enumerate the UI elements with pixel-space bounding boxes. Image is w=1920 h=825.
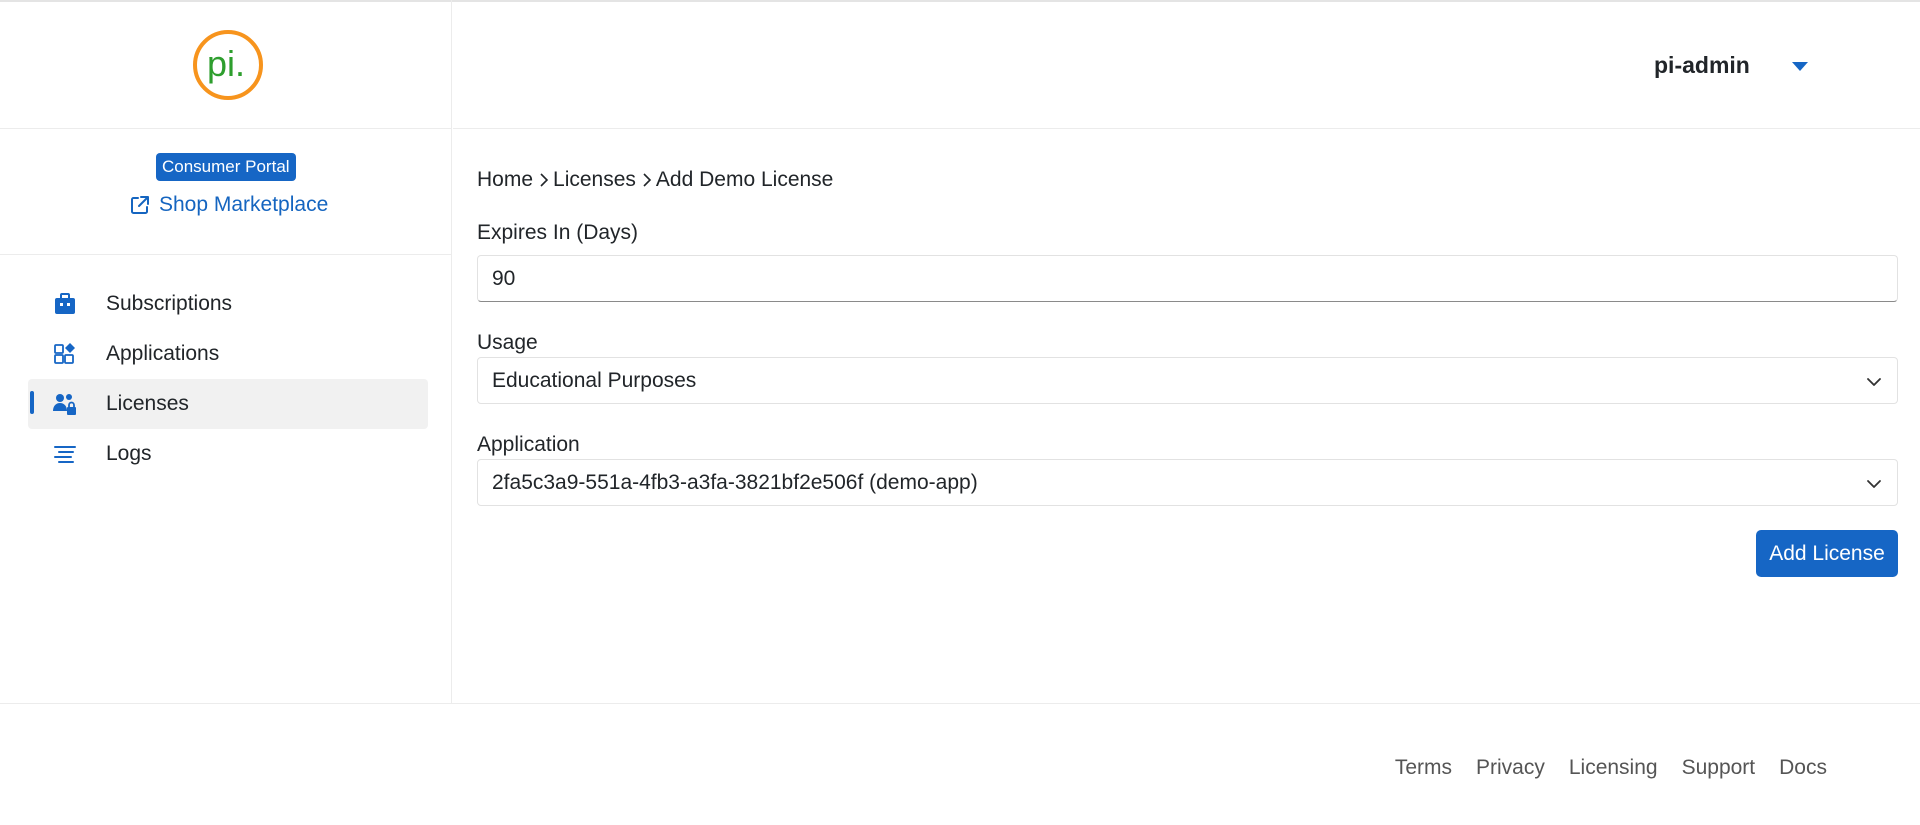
footer-link-privacy[interactable]: Privacy — [1476, 756, 1545, 780]
shop-marketplace-label: Shop Marketplace — [159, 193, 329, 216]
breadcrumb-home[interactable]: Home — [477, 168, 533, 192]
briefcase-icon — [52, 291, 78, 317]
chevron-down-icon — [1867, 378, 1881, 386]
sidebar: pi. Consumer Portal Shop Marketplace Sub… — [0, 0, 452, 703]
chevron-right-icon — [642, 173, 652, 187]
expires-input[interactable] — [477, 255, 1898, 302]
shop-marketplace-link[interactable]: Shop Marketplace — [129, 190, 328, 220]
usage-select[interactable]: Educational Purposes — [477, 357, 1898, 404]
add-license-button[interactable]: Add License — [1756, 530, 1898, 577]
chevron-right-icon — [539, 173, 549, 187]
external-link-icon — [131, 196, 149, 214]
sidebar-item-logs[interactable]: Logs — [28, 429, 428, 479]
usage-select-value: Educational Purposes — [492, 369, 697, 392]
application-label: Application — [477, 433, 580, 456]
caret-down-icon[interactable] — [1789, 57, 1811, 75]
application-select[interactable]: 2fa5c3a9-551a-4fb3-a3fa-3821bf2e506f (de… — [477, 459, 1898, 506]
logo[interactable]: pi. — [192, 29, 264, 101]
sidebar-item-licenses[interactable]: Licenses — [28, 379, 428, 429]
sidebar-nav: Subscriptions Applications Licenses Logs — [28, 279, 428, 479]
sidebar-item-label: Logs — [106, 442, 152, 465]
footer-link-licensing[interactable]: Licensing — [1569, 756, 1658, 780]
sidebar-item-label: Applications — [106, 342, 220, 365]
application-select-value: 2fa5c3a9-551a-4fb3-a3fa-3821bf2e506f (de… — [492, 471, 978, 494]
usage-label: Usage — [477, 331, 538, 354]
footer-link-support[interactable]: Support — [1682, 756, 1756, 780]
footer: Terms Privacy Licensing Support Docs — [0, 703, 1920, 825]
apps-icon — [52, 341, 78, 367]
consumer-portal-badge: Consumer Portal — [156, 153, 296, 181]
breadcrumb-current: Add Demo License — [655, 168, 834, 191]
active-indicator — [30, 391, 34, 414]
chevron-down-icon — [1867, 480, 1881, 488]
footer-link-docs[interactable]: Docs — [1779, 756, 1827, 780]
footer-links: Terms Privacy Licensing Support Docs — [1395, 756, 1827, 780]
sidebar-item-label: Subscriptions — [106, 292, 233, 315]
breadcrumb: Home Licenses Add Demo License — [477, 165, 833, 195]
list-lines-icon — [52, 441, 78, 467]
header: pi-admin — [453, 0, 1920, 129]
breadcrumb-licenses[interactable]: Licenses — [553, 168, 636, 192]
expires-label: Expires In (Days) — [477, 221, 639, 244]
sidebar-item-applications[interactable]: Applications — [28, 329, 428, 379]
logo-text: pi. — [207, 43, 245, 84]
user-name[interactable]: pi-admin — [1654, 52, 1750, 79]
sidebar-item-subscriptions[interactable]: Subscriptions — [28, 279, 428, 329]
users-lock-icon — [52, 391, 78, 417]
logo-area: pi. — [0, 0, 452, 129]
portal-area: Consumer Portal Shop Marketplace — [0, 129, 452, 255]
footer-link-terms[interactable]: Terms — [1395, 756, 1452, 780]
sidebar-item-label: Licenses — [106, 392, 189, 415]
